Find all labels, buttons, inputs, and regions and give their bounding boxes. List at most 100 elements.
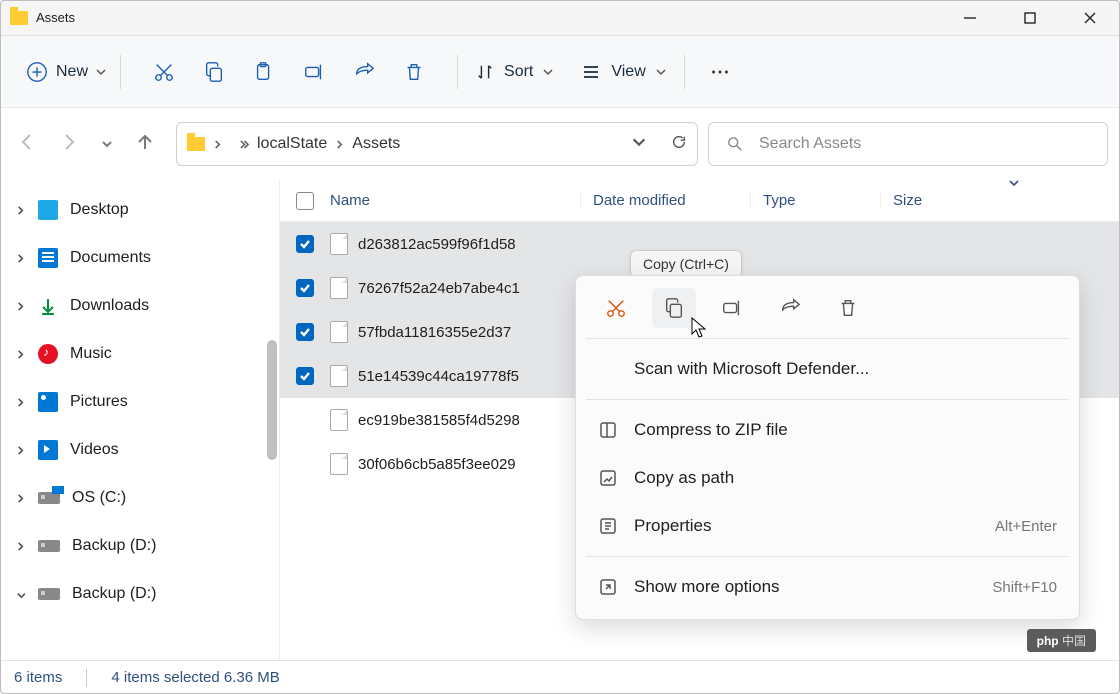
ctx-share-button[interactable] — [768, 288, 812, 328]
sidebar-item-os-c-[interactable]: OS (C:) — [0, 474, 279, 522]
close-button[interactable] — [1060, 0, 1120, 36]
ctx-delete-button[interactable] — [826, 288, 870, 328]
row-checkbox[interactable] — [296, 367, 314, 385]
minimize-button[interactable] — [940, 0, 1000, 36]
delete-button[interactable] — [389, 50, 439, 94]
sidebar-scrollbar[interactable] — [267, 340, 277, 460]
copy-icon — [663, 297, 685, 319]
maximize-button[interactable] — [1000, 0, 1060, 36]
toolbar: New Sort View — [0, 36, 1120, 108]
scissors-icon — [153, 61, 175, 83]
sidebar-item-backup-d-[interactable]: Backup (D:) — [0, 522, 279, 570]
file-icon — [330, 365, 348, 387]
copy-button[interactable] — [189, 50, 239, 94]
mouse-cursor — [690, 316, 710, 344]
properties-icon — [598, 516, 618, 536]
file-name: ec919be381585f4d5298 — [358, 412, 520, 429]
search-icon — [727, 136, 743, 152]
sort-indicator[interactable] — [1008, 180, 1020, 193]
zip-icon — [598, 420, 618, 440]
rename-button[interactable] — [289, 50, 339, 94]
back-button[interactable] — [18, 133, 36, 155]
column-header-type[interactable]: Type — [750, 192, 880, 209]
ctx-copy-path[interactable]: Copy as path — [584, 454, 1071, 502]
breadcrumb-segment[interactable]: localState — [257, 135, 327, 153]
ctx-properties[interactable]: Properties Alt+Enter — [584, 502, 1071, 550]
pathbar: localState Assets Search Assets — [0, 108, 1120, 180]
refresh-button[interactable] — [671, 134, 687, 154]
file-icon — [330, 277, 348, 299]
file-name: d263812ac599f96f1d58 — [358, 236, 516, 253]
window-title: Assets — [36, 10, 75, 25]
row-checkbox[interactable] — [296, 323, 314, 341]
share-icon — [353, 61, 375, 83]
row-checkbox[interactable] — [296, 235, 314, 253]
sort-button[interactable]: Sort — [476, 63, 553, 81]
recent-chevron[interactable] — [102, 136, 112, 153]
rename-icon — [303, 61, 325, 83]
share-button[interactable] — [339, 50, 389, 94]
file-name: 30f06b6cb5a85f3ee029 — [358, 456, 516, 473]
trash-icon — [403, 61, 425, 83]
ctx-rename-button[interactable] — [710, 288, 754, 328]
folder-icon — [187, 137, 205, 151]
file-icon — [330, 321, 348, 343]
ellipsis-icon — [709, 61, 731, 83]
column-header-size[interactable]: Size — [880, 192, 1120, 209]
status-selection: 4 items selected 6.36 MB — [111, 669, 279, 686]
search-input[interactable]: Search Assets — [708, 122, 1108, 166]
copypath-icon — [598, 468, 618, 488]
share-icon — [779, 297, 801, 319]
paste-icon — [253, 61, 275, 83]
sidebar-item-music[interactable]: Music — [0, 330, 279, 378]
copy-icon — [203, 61, 225, 83]
paste-button[interactable] — [239, 50, 289, 94]
path-history-chevron[interactable] — [631, 134, 647, 154]
ctx-cut-button[interactable] — [594, 288, 638, 328]
column-header-date[interactable]: Date modified — [580, 192, 750, 209]
breadcrumb[interactable]: localState Assets — [176, 122, 698, 166]
sidebar-item-videos[interactable]: Videos — [0, 426, 279, 474]
more-button[interactable] — [695, 50, 745, 94]
sidebar-item-downloads[interactable]: Downloads — [0, 282, 279, 330]
sidebar-item-pictures[interactable]: Pictures — [0, 378, 279, 426]
tooltip: Copy (Ctrl+C) — [630, 250, 742, 278]
chevron-right-icon[interactable] — [213, 136, 222, 153]
scissors-icon — [605, 297, 627, 319]
up-button[interactable] — [136, 133, 154, 155]
chevron-overflow-icon[interactable] — [240, 136, 249, 153]
file-icon — [330, 409, 348, 431]
context-menu: Scan with Microsoft Defender... Compress… — [575, 275, 1080, 620]
cut-button[interactable] — [139, 50, 189, 94]
file-name: 76267f52a24eb7abe4c1 — [358, 280, 520, 297]
chevron-down-icon — [96, 67, 106, 77]
column-header-name[interactable]: Name — [330, 192, 580, 209]
ctx-compress-zip[interactable]: Compress to ZIP file — [584, 406, 1071, 454]
view-button[interactable]: View — [581, 62, 665, 82]
forward-button[interactable] — [60, 133, 78, 155]
window-controls — [940, 0, 1120, 36]
plus-circle-icon — [26, 61, 48, 83]
sidebar-item-backup-d-[interactable]: Backup (D:) — [0, 570, 279, 618]
status-item-count: 6 items — [14, 669, 62, 686]
ctx-show-more[interactable]: Show more options Shift+F10 — [584, 563, 1071, 611]
view-icon — [581, 62, 601, 82]
ctx-scan[interactable]: Scan with Microsoft Defender... — [584, 345, 1071, 393]
row-checkbox[interactable] — [296, 279, 314, 297]
column-headers: Name Date modified Type Size — [280, 180, 1120, 222]
rename-icon — [721, 297, 743, 319]
file-icon — [330, 233, 348, 255]
select-all-checkbox[interactable] — [296, 192, 314, 210]
chevron-down-icon — [543, 67, 553, 77]
new-button[interactable]: New — [12, 53, 120, 91]
chevron-right-icon[interactable] — [335, 136, 344, 153]
chevron-down-icon — [656, 67, 666, 77]
file-name: 51e14539c44ca19778f5 — [358, 368, 519, 385]
file-icon — [330, 453, 348, 475]
sidebar-item-documents[interactable]: Documents — [0, 234, 279, 282]
titlebar: Assets — [0, 0, 1120, 36]
watermark-badge: php 中国 — [1027, 629, 1096, 652]
breadcrumb-segment[interactable]: Assets — [352, 135, 400, 153]
file-name: 57fbda11816355e2d37 — [358, 324, 511, 341]
sidebar-item-desktop[interactable]: Desktop — [0, 186, 279, 234]
